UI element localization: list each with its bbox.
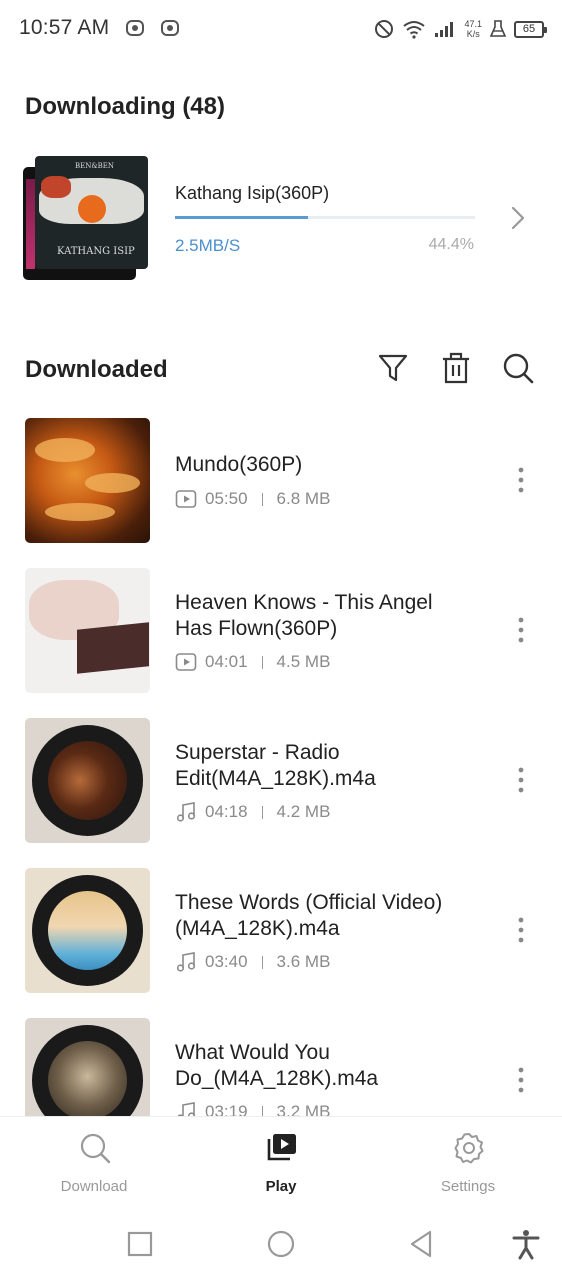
media-meta: 05:50 6.8 MB <box>175 488 330 510</box>
notification-icon <box>161 20 179 36</box>
status-icons: 47.1 K/s 65 <box>374 16 547 42</box>
media-thumbnail <box>25 568 150 693</box>
media-duration: 04:18 <box>205 802 248 821</box>
media-title: These Words (Official Video) (M4A_128K).… <box>175 891 443 940</box>
back-button[interactable] <box>406 1228 438 1260</box>
media-size: 4.2 MB <box>276 802 331 821</box>
status-bar: 10:57 AM 47.1 K/s 65 <box>0 0 562 58</box>
media-title: Superstar - Radio Edit(M4A_128K).m4a <box>175 741 376 790</box>
battery-icon: 65 <box>514 20 547 38</box>
album-art-flower <box>41 176 71 198</box>
nav-label-settings: Settings <box>440 1178 496 1195</box>
list-item[interactable]: Heaven Knows - This Angel Has Flown(360P… <box>0 550 562 700</box>
system-navigation-bar <box>0 1212 562 1280</box>
media-meta: 03:19 3.2 MB <box>175 1101 330 1116</box>
network-speed: 47.1 K/s <box>464 19 482 39</box>
album-art-sun <box>78 195 106 223</box>
more-options-icon[interactable] <box>512 916 530 944</box>
downloading-thumbnail: BEN&BEN KATHANG ISIP <box>35 156 148 269</box>
delete-icon[interactable] <box>440 351 472 385</box>
download-percent: 44.4% <box>428 236 474 253</box>
media-duration: 03:40 <box>205 952 248 971</box>
play-library-icon <box>267 1134 296 1161</box>
network-speed-value: 47.1 <box>464 19 482 29</box>
nav-play[interactable]: Play <box>216 1117 346 1213</box>
downloading-title: Downloading (48) <box>25 93 225 120</box>
accessibility-icon[interactable] <box>510 1228 542 1260</box>
media-duration: 03:19 <box>205 1102 248 1116</box>
more-options-icon[interactable] <box>512 1066 530 1094</box>
media-meta: 04:18 4.2 MB <box>175 801 330 823</box>
downloaded-title: Downloaded <box>25 356 168 383</box>
vinyl-disc <box>32 875 143 986</box>
download-speed: 2.5MB/S <box>175 236 241 255</box>
media-title: Heaven Knows - This Angel Has Flown(360P… <box>175 591 433 640</box>
music-note-icon <box>176 802 196 822</box>
more-options-icon[interactable] <box>512 466 530 494</box>
network-speed-unit: K/s <box>466 29 480 39</box>
media-title: Mundo(360P) <box>175 453 303 476</box>
list-item[interactable]: Mundo(360P) 05:50 6.8 MB <box>0 400 562 550</box>
notification-icon <box>126 20 144 36</box>
video-icon <box>175 490 197 508</box>
nav-label-download: Download <box>60 1178 128 1195</box>
download-progress-fill <box>175 216 309 219</box>
thumbnail-title-text: KATHANG ISIP <box>57 246 135 257</box>
list-item[interactable]: These Words (Official Video) (M4A_128K).… <box>0 850 562 1000</box>
media-duration: 04:01 <box>205 652 248 671</box>
video-icon <box>175 653 197 671</box>
gear-icon <box>454 1133 484 1164</box>
media-meta: 04:01 4.5 MB <box>175 651 330 673</box>
nav-label-play: Play <box>265 1178 297 1195</box>
nav-download[interactable]: Download <box>29 1117 159 1213</box>
vinyl-disc <box>32 725 143 836</box>
dnd-icon <box>375 20 394 38</box>
media-meta: 03:40 3.6 MB <box>175 951 330 973</box>
flask-icon <box>490 20 506 37</box>
media-thumbnail <box>25 718 150 843</box>
thumbnail-artist-text: BEN&BEN <box>75 162 114 170</box>
list-item[interactable]: What Would You Do_(M4A_128K).m4a 03:19 3… <box>0 1000 562 1116</box>
music-note-icon <box>177 1102 196 1116</box>
downloaded-list[interactable]: Mundo(360P) 05:50 6.8 MB Heaven Knows - … <box>0 400 562 1116</box>
music-note-icon <box>176 952 196 972</box>
media-thumbnail <box>25 1018 150 1116</box>
nav-settings[interactable]: Settings <box>403 1117 533 1213</box>
chevron-right-icon[interactable] <box>504 202 532 234</box>
home-button[interactable] <box>265 1228 297 1260</box>
signal-icon <box>435 22 454 37</box>
media-size: 6.8 MB <box>276 489 331 508</box>
download-progress-bar <box>175 216 475 219</box>
search-icon <box>80 1133 111 1164</box>
downloading-name: Kathang Isip(360P) <box>175 183 330 203</box>
list-item[interactable]: Superstar - Radio Edit(M4A_128K).m4a 04:… <box>0 700 562 850</box>
more-options-icon[interactable] <box>512 616 530 644</box>
more-options-icon[interactable] <box>512 766 530 794</box>
status-time: 10:57 AM <box>19 16 110 39</box>
recents-button[interactable] <box>124 1228 156 1260</box>
media-thumbnail <box>25 868 150 993</box>
media-thumbnail <box>25 418 150 543</box>
downloading-item[interactable]: BEN&BEN KATHANG ISIP Kathang Isip(360P) … <box>0 150 562 290</box>
media-title: What Would You Do_(M4A_128K).m4a <box>175 1041 379 1090</box>
media-size: 4.5 MB <box>276 652 331 671</box>
search-icon[interactable] <box>502 351 534 385</box>
media-duration: 05:50 <box>205 489 248 508</box>
vinyl-disc <box>32 1025 143 1116</box>
wifi-icon <box>403 21 426 39</box>
bottom-navigation: Download Play Settings <box>0 1116 562 1212</box>
media-size: 3.6 MB <box>276 952 331 971</box>
filter-icon[interactable] <box>377 351 409 385</box>
media-size: 3.2 MB <box>276 1102 331 1116</box>
